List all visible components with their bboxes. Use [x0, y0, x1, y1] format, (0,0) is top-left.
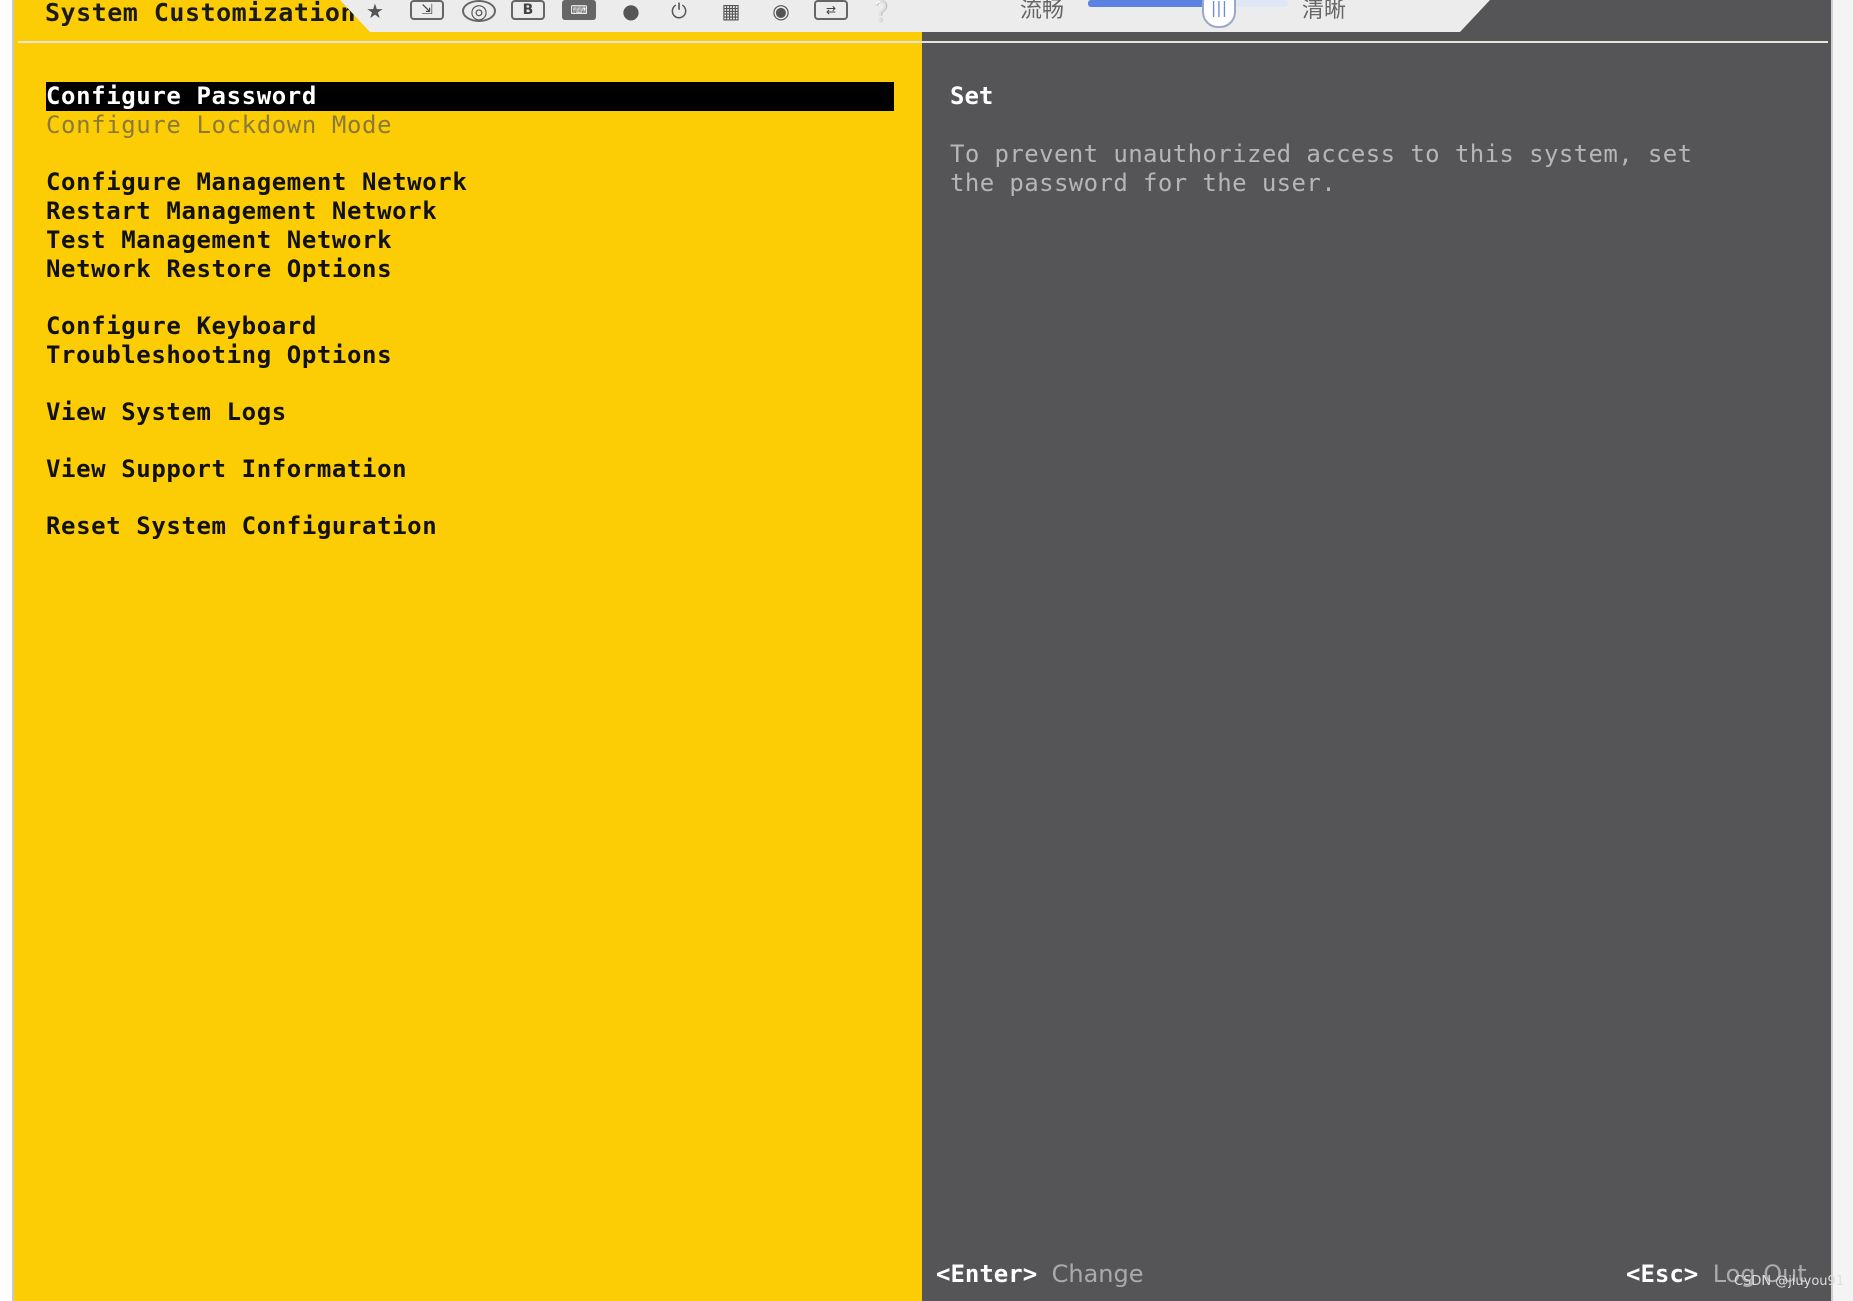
snapshot-icon[interactable]: ●	[614, 0, 648, 23]
pin-icon[interactable]: ★	[358, 0, 392, 23]
window-left-edge	[0, 0, 14, 1301]
quality-low-label: 流畅	[1020, 0, 1065, 23]
keyboard-icon[interactable]: ⌨	[562, 0, 596, 20]
fit-window-icon[interactable]: ⇲	[410, 0, 444, 20]
target-icon[interactable]: ◎	[462, 0, 496, 23]
menu-item-test-management-network[interactable]: Test Management Network	[46, 226, 894, 255]
detail-description: To prevent unauthorized access to this s…	[950, 140, 1693, 197]
quality-slider-fill	[1088, 0, 1208, 7]
save-icon[interactable]: ▦	[714, 0, 748, 23]
menu-item-network-restore-options[interactable]: Network Restore Options	[46, 255, 894, 284]
enter-key-label: <Enter>	[936, 1260, 1038, 1288]
menu-spacer	[46, 370, 894, 398]
menu-item-view-support-information[interactable]: View Support Information	[46, 455, 894, 484]
title-rule	[18, 41, 1828, 43]
menu-item-configure-lockdown-mode[interactable]: Configure Lockdown Mode	[46, 111, 894, 140]
help-icon[interactable]: ❔	[864, 0, 898, 23]
menu-spacer	[46, 284, 894, 312]
watermark: CSDN @jiuyou91	[1734, 1274, 1845, 1289]
detail-title: Set	[950, 82, 994, 110]
menu-spacer	[46, 484, 894, 512]
menu-item-troubleshooting-options[interactable]: Troubleshooting Options	[46, 341, 894, 370]
b-icon[interactable]: B	[511, 0, 545, 20]
power-icon[interactable]: ⏻	[662, 0, 696, 23]
page-title: System Customization	[45, 0, 357, 27]
menu-item-reset-system-configuration[interactable]: Reset System Configuration	[46, 512, 894, 541]
menu-item-configure-management-network[interactable]: Configure Management Network	[46, 168, 894, 197]
window-scrollbar[interactable]	[1831, 0, 1853, 1301]
esc-key-label: <Esc>	[1626, 1260, 1699, 1288]
console-frame: System Customization ★ ⇲ ◎ B ⌨ ● ⏻ ▦ ◉ ⇄…	[0, 0, 1853, 1301]
footer-enter-hint[interactable]: <Enter> Change	[936, 1260, 1144, 1288]
menu-spacer	[46, 140, 894, 168]
record-icon[interactable]: ◉	[764, 0, 798, 23]
menu-item-configure-keyboard[interactable]: Configure Keyboard	[46, 312, 894, 341]
quality-high-label: 清晰	[1302, 0, 1347, 23]
enter-action-label: Change	[1051, 1260, 1144, 1288]
customization-menu: Configure Password Configure Lockdown Mo…	[46, 82, 894, 541]
menu-item-view-system-logs[interactable]: View System Logs	[46, 398, 894, 427]
menu-spacer	[46, 427, 894, 455]
menu-item-restart-management-network[interactable]: Restart Management Network	[46, 197, 894, 226]
keyboard-layout-icon[interactable]: ⇄	[814, 0, 848, 20]
menu-item-configure-password[interactable]: Configure Password	[46, 82, 894, 111]
slider-grip-icon: |||	[1210, 0, 1228, 17]
